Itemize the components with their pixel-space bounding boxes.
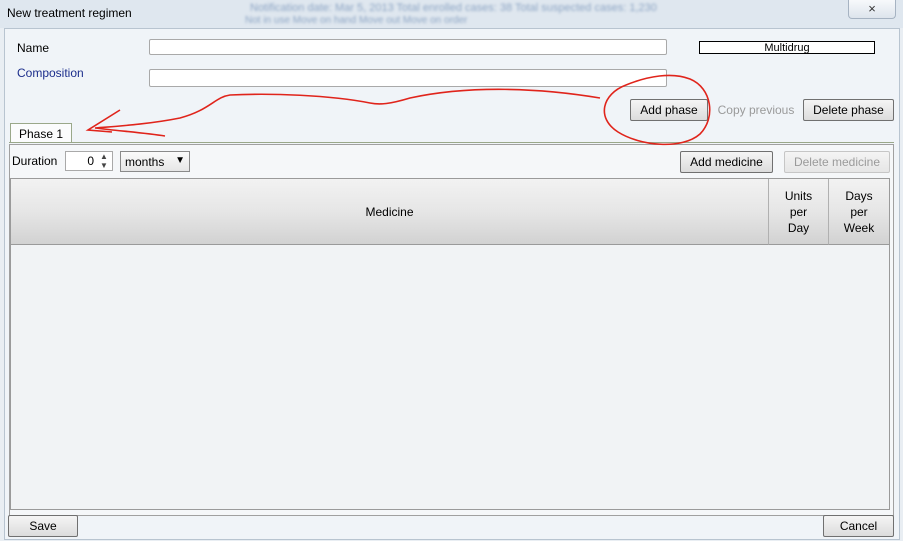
column-header-days-per-week[interactable]: Days per Week	[829, 179, 889, 245]
medicine-table: Medicine Units per Day Days per Week	[10, 178, 890, 510]
composition-label: Composition	[17, 66, 84, 80]
window-title: New treatment regimen	[7, 6, 132, 20]
tab-strip-divider	[9, 142, 894, 143]
multidrug-label: Multidrug	[764, 42, 810, 54]
multidrug-checkbox[interactable]: Multidrug	[699, 41, 875, 54]
background-legend-text: Not in use Move on hand Move out Move on…	[245, 15, 468, 26]
delete-phase-button[interactable]: Delete phase	[803, 99, 894, 121]
background-status-text: Notification date: Mar 5, 2013 Total enr…	[250, 2, 657, 14]
add-phase-button[interactable]: Add phase	[630, 99, 708, 121]
name-field[interactable]	[149, 39, 667, 55]
composition-field[interactable]	[149, 69, 667, 87]
duration-label: Duration	[12, 154, 58, 168]
column-header-units-per-day[interactable]: Units per Day	[769, 179, 829, 245]
add-medicine-button[interactable]: Add medicine	[680, 151, 773, 173]
duration-unit-value: months	[125, 155, 165, 169]
close-icon: ×	[868, 1, 876, 16]
duration-stepper[interactable]: 0 ▲ ▼	[65, 151, 113, 171]
tab-phase-1[interactable]: Phase 1	[10, 123, 73, 143]
save-button[interactable]: Save	[8, 515, 78, 537]
duration-value: 0	[87, 154, 94, 168]
duration-unit-select[interactable]: months ▼	[120, 151, 190, 172]
stepper-arrows-icon[interactable]: ▲ ▼	[97, 152, 111, 170]
column-header-medicine[interactable]: Medicine	[11, 179, 769, 245]
close-button[interactable]: ×	[848, 0, 896, 19]
chevron-down-icon: ▼	[175, 155, 185, 166]
cancel-button[interactable]: Cancel	[823, 515, 894, 537]
copy-previous-button[interactable]: Copy previous	[710, 99, 802, 121]
name-label: Name	[17, 41, 50, 55]
title-bar: New treatment regimen Notification date:…	[0, 0, 903, 28]
delete-medicine-button[interactable]: Delete medicine	[784, 151, 890, 173]
